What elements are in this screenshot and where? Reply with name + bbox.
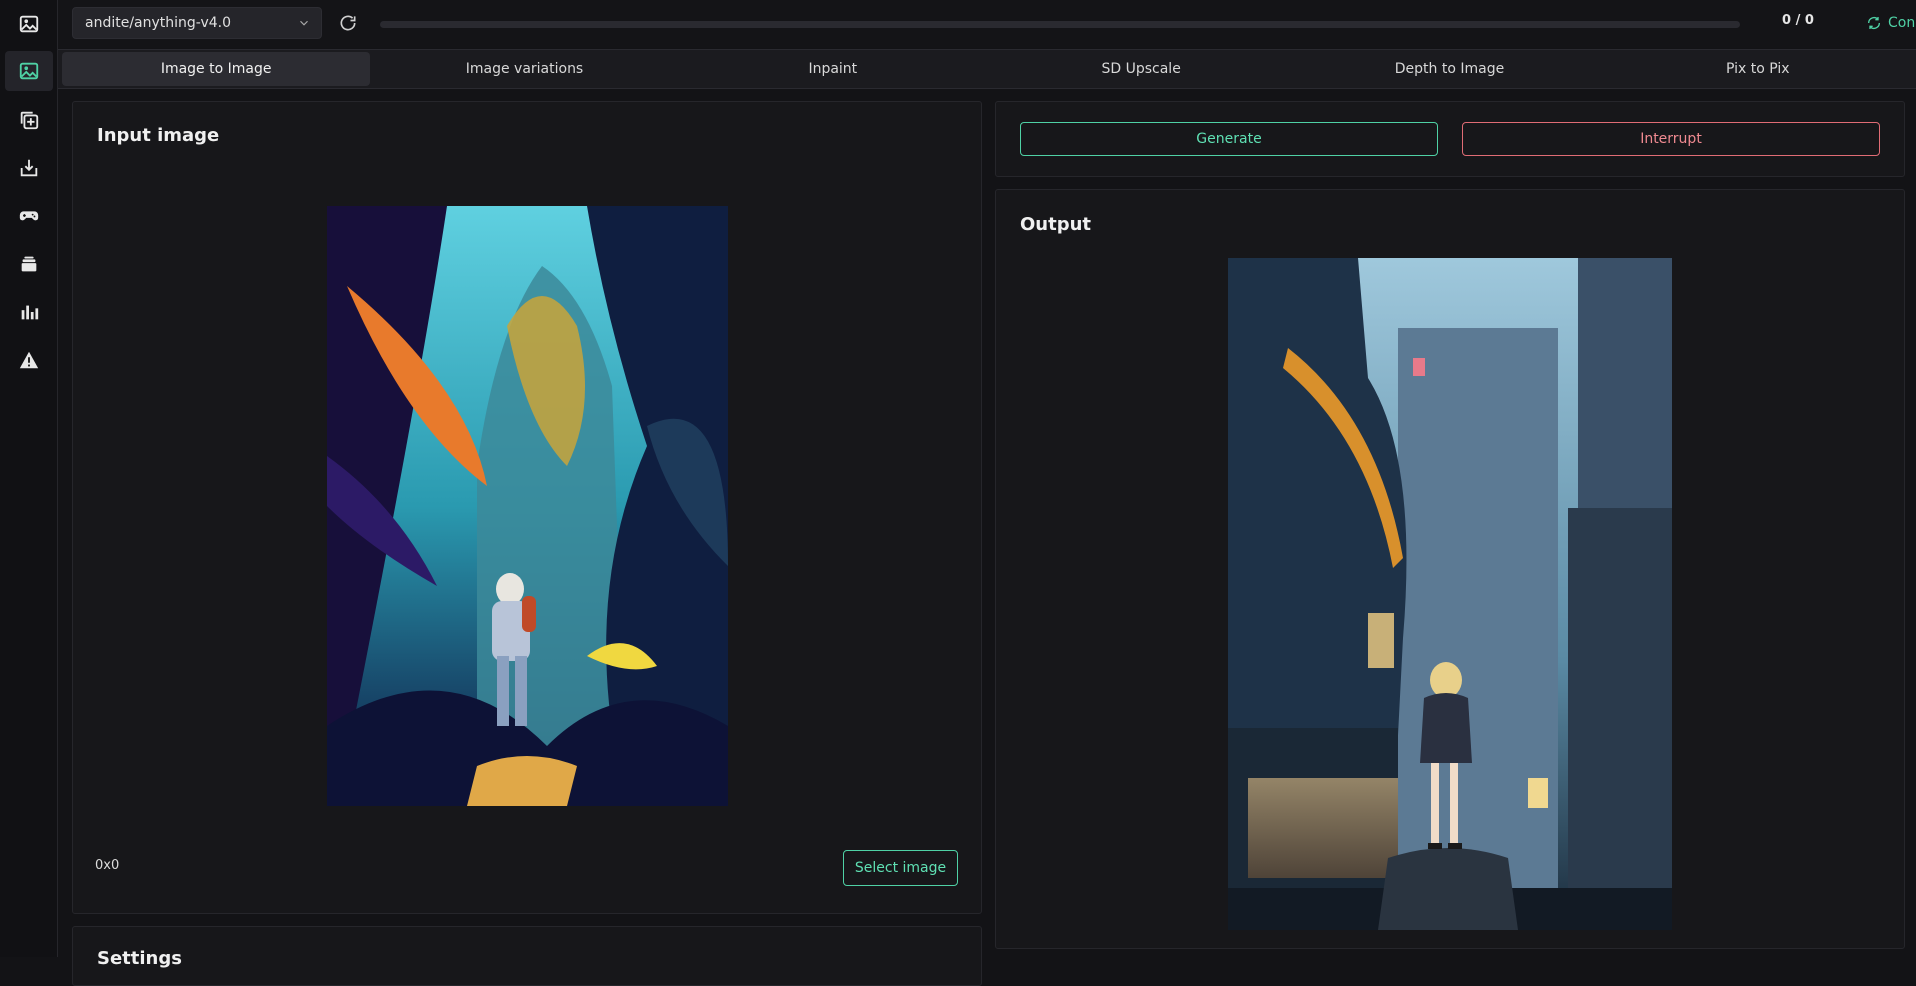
nav-gamepad[interactable] <box>5 196 53 236</box>
sidebar <box>0 0 58 957</box>
bar-chart-icon <box>21 305 39 320</box>
tab-image-to-image[interactable]: Image to Image <box>62 52 371 86</box>
gamepad-icon <box>19 211 39 221</box>
image-dimensions: 0x0 <box>95 858 120 873</box>
nav-image-to-image[interactable] <box>5 51 53 91</box>
refresh-icon[interactable] <box>338 13 358 33</box>
nav-warning[interactable] <box>5 340 53 380</box>
input-image-preview <box>327 206 728 806</box>
model-select[interactable]: andite/anything-v4.0 <box>72 7 322 39</box>
nav-stats[interactable] <box>5 292 53 332</box>
generate-button[interactable]: Generate <box>1020 122 1438 156</box>
tab-sd-upscale[interactable]: SD Upscale <box>987 52 1295 86</box>
tab-pix-to-pix[interactable]: Pix to Pix <box>1604 52 1912 86</box>
model-select-value: andite/anything-v4.0 <box>85 15 232 31</box>
progress-text: 0 / 0 <box>1782 13 1814 28</box>
tab-depth-to-image[interactable]: Depth to Image <box>1295 52 1603 86</box>
nav-layers[interactable] <box>5 244 53 284</box>
tab-bar: Image to Image Image variations Inpaint … <box>58 49 1916 89</box>
download-icon <box>20 159 38 177</box>
input-image-panel: Input image 0x0 Select image <box>72 101 982 914</box>
nav-add[interactable] <box>5 100 53 140</box>
select-image-button[interactable]: Select image <box>843 850 958 886</box>
input-image-title: Input image <box>97 125 220 146</box>
interrupt-button[interactable]: Interrupt <box>1462 122 1880 156</box>
output-panel: Output <box>995 189 1905 949</box>
settings-title: Settings <box>97 948 182 969</box>
top-bar: andite/anything-v4.0 0 / 0 Connected <box>58 0 1916 48</box>
progress-bar <box>380 21 1740 28</box>
add-layer-icon <box>20 111 39 130</box>
image-icon <box>19 15 39 33</box>
warning-icon <box>19 351 39 369</box>
settings-panel: Settings <box>72 926 982 986</box>
output-title: Output <box>1020 214 1092 235</box>
image-to-image-icon <box>19 62 39 80</box>
sync-icon <box>1868 17 1880 29</box>
actions-panel: Generate Interrupt <box>995 101 1905 177</box>
output-image-preview <box>1228 258 1672 930</box>
tab-inpaint[interactable]: Inpaint <box>679 52 987 86</box>
tab-image-variations[interactable]: Image variations <box>370 52 678 86</box>
connection-status: Connected <box>1866 12 1916 34</box>
chevron-down-icon <box>300 20 308 26</box>
nav-download[interactable] <box>5 148 53 188</box>
connection-status-label: Connected <box>1888 15 1916 31</box>
layers-icon <box>21 256 37 272</box>
nav-text-to-image[interactable] <box>5 4 53 44</box>
